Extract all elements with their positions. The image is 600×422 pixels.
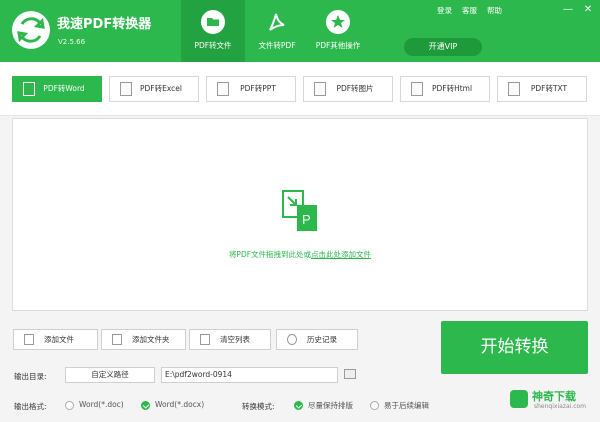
trash-icon: [200, 334, 210, 345]
app-version: V2.5.66: [58, 38, 86, 46]
watermark-text: 神奇下载: [532, 390, 576, 403]
folder-icon: [201, 10, 225, 34]
output-format-label: 输出格式:: [14, 402, 47, 411]
tab-label: PDF转Html: [431, 84, 473, 93]
tab-pdf-to-image[interactable]: PDF转图片: [303, 76, 393, 102]
pdf-to-word-icon: P: [282, 190, 317, 231]
service-link[interactable]: 客服: [462, 5, 477, 16]
radio-dot-checked: [141, 401, 150, 410]
clock-icon: [287, 334, 297, 345]
format-docx-label: Word(*.docx): [155, 400, 205, 409]
login-link[interactable]: 登录: [437, 5, 452, 16]
history-label: 历史记录: [307, 335, 337, 344]
mode-easy-edit-radio[interactable]: 易于后续编辑: [370, 400, 429, 411]
output-dir-select[interactable]: 自定义路径: [65, 367, 155, 383]
file-drop-area[interactable]: P 将PDF文件拖拽到此处或点击此处添加文件: [12, 118, 588, 311]
add-file-button[interactable]: 添加文件: [13, 329, 98, 350]
nav-tab-pdf-to-file[interactable]: PDF转文件: [181, 0, 245, 62]
nav-tab-label: 文件转PDF: [258, 41, 296, 50]
format-doc-label: Word(*.doc): [79, 400, 124, 409]
close-button[interactable]: ✕: [580, 3, 596, 17]
top-menu: 登录 客服 帮助: [437, 5, 502, 16]
add-file-link[interactable]: 点击此处添加文件: [311, 250, 371, 259]
tab-label: PDF转PPT: [240, 84, 276, 93]
nav-tab-label: PDF转文件: [194, 41, 232, 50]
nav-tab-label: PDF其他操作: [315, 41, 361, 50]
format-doc-radio[interactable]: Word(*.doc): [65, 400, 124, 410]
start-convert-button[interactable]: 开始转换: [441, 321, 588, 374]
image-doc-icon: [314, 82, 326, 96]
browse-folder-icon[interactable]: [344, 369, 356, 379]
add-file-icon: [24, 334, 34, 345]
tab-label: PDF转Excel: [140, 84, 182, 93]
word-doc-icon: [23, 82, 35, 96]
output-dir-label: 输出目录:: [14, 372, 47, 381]
mode-easy-edit-label: 易于后续编辑: [384, 401, 429, 410]
radio-dot-checked: [294, 401, 303, 410]
html-doc-icon: [411, 82, 423, 96]
tab-pdf-to-html[interactable]: PDF转Html: [400, 76, 490, 102]
output-path-field[interactable]: E:\pdf2word-0914: [161, 367, 338, 383]
add-folder-label: 添加文件夹: [132, 335, 170, 344]
help-link[interactable]: 帮助: [487, 5, 502, 16]
mode-keep-layout-radio[interactable]: 尽量保持排版: [294, 400, 353, 411]
star-icon: [326, 10, 350, 34]
clear-list-label: 清空列表: [220, 335, 250, 344]
nav-tab-file-to-pdf[interactable]: 文件转PDF: [245, 0, 309, 62]
convert-mode-label: 转换模式:: [242, 402, 275, 411]
tab-label: PDF转图片: [336, 84, 374, 93]
drop-hint-text: 将PDF文件拖拽到此处或: [228, 250, 312, 259]
tab-pdf-to-word[interactable]: PDF转Word: [12, 76, 102, 102]
minimize-button[interactable]: —: [560, 3, 576, 17]
pdf-icon: [269, 13, 285, 31]
radio-dot: [370, 401, 379, 410]
title-bar: 我速PDF转换器 V2.5.66 PDF转文件 文件转PDF PDF其他操作 登…: [0, 0, 600, 62]
clear-list-button[interactable]: 清空列表: [189, 329, 271, 350]
excel-doc-icon: [120, 82, 132, 96]
tab-pdf-to-txt[interactable]: PDF转TXT: [497, 76, 587, 102]
vip-button[interactable]: 开通VIP: [404, 38, 482, 56]
nav-tab-pdf-other[interactable]: PDF其他操作: [306, 0, 370, 62]
tab-pdf-to-ppt[interactable]: PDF转PPT: [206, 76, 296, 102]
add-file-label: 添加文件: [44, 335, 74, 344]
drop-hint: 将PDF文件拖拽到此处或点击此处添加文件: [13, 249, 587, 260]
app-logo-icon: [12, 11, 50, 49]
svg-text:P: P: [302, 212, 311, 227]
tab-label: PDF转TXT: [530, 84, 568, 93]
format-docx-radio[interactable]: Word(*.docx): [141, 400, 205, 410]
txt-doc-icon: [508, 82, 520, 96]
site-watermark: 神奇下载 shenqixiazai.com: [510, 388, 590, 416]
add-folder-icon: [112, 334, 122, 345]
conversion-type-bar: PDF转Word PDF转Excel PDF转PPT PDF转图片 PDF转Ht…: [0, 62, 600, 116]
watermark-logo-icon: [510, 390, 528, 408]
watermark-url: shenqixiazai.com: [534, 403, 587, 410]
tab-pdf-to-excel[interactable]: PDF转Excel: [109, 76, 199, 102]
history-button[interactable]: 历史记录: [276, 329, 358, 350]
add-folder-button[interactable]: 添加文件夹: [101, 329, 186, 350]
ppt-doc-icon: [217, 82, 229, 96]
tab-label: PDF转Word: [43, 84, 85, 93]
app-name: 我速PDF转换器: [57, 17, 152, 32]
radio-dot: [65, 401, 74, 410]
mode-keep-layout-label: 尽量保持排版: [308, 401, 353, 410]
